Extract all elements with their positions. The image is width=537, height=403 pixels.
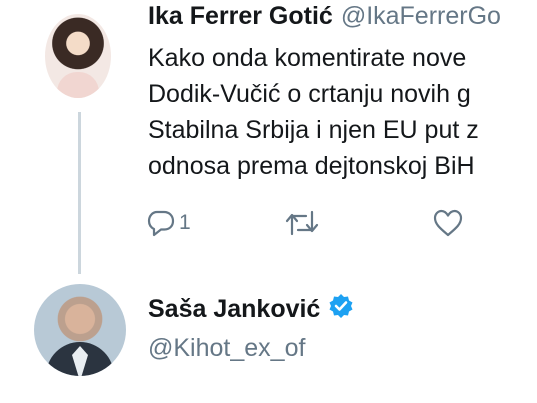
tweet-text-line: Kako onda komentirate nove [148,44,467,72]
tweet-text-line: Dodik-Vučić o crtanju novih g [148,80,471,108]
heart-icon [432,208,464,238]
thread-line [78,112,81,274]
verified-badge-icon [328,293,354,326]
like-button[interactable] [432,206,464,240]
reply-count: 1 [179,211,191,234]
retweet-button[interactable] [284,206,320,240]
retweet-icon [284,208,320,238]
reply-display-name[interactable]: Saša Janković [148,295,320,324]
reply-icon [146,208,176,238]
reply-author-handle[interactable]: @Kihot_ex_of [148,334,305,363]
tweet-text-line: Stabilna Srbija i njen EU put z [148,116,479,144]
reply-author-name: Saša Janković [148,293,354,326]
avatar-dress [57,72,99,98]
reply-button[interactable]: 1 [146,206,191,240]
author-display-name[interactable]: Ika Ferrer Gotić [148,2,333,30]
tweet-header: Ika Ferrer Gotić @IkaFerrerGo [148,2,501,31]
avatar[interactable] [45,14,111,98]
tweet-text: Kako onda komentirate nove Dodik-Vučić o… [148,40,537,184]
author-handle[interactable]: @IkaFerrerGo [341,2,501,30]
reply-avatar[interactable] [34,284,126,376]
tweet-text-line: odnosa prema dejtonskoj BiH [148,152,475,180]
